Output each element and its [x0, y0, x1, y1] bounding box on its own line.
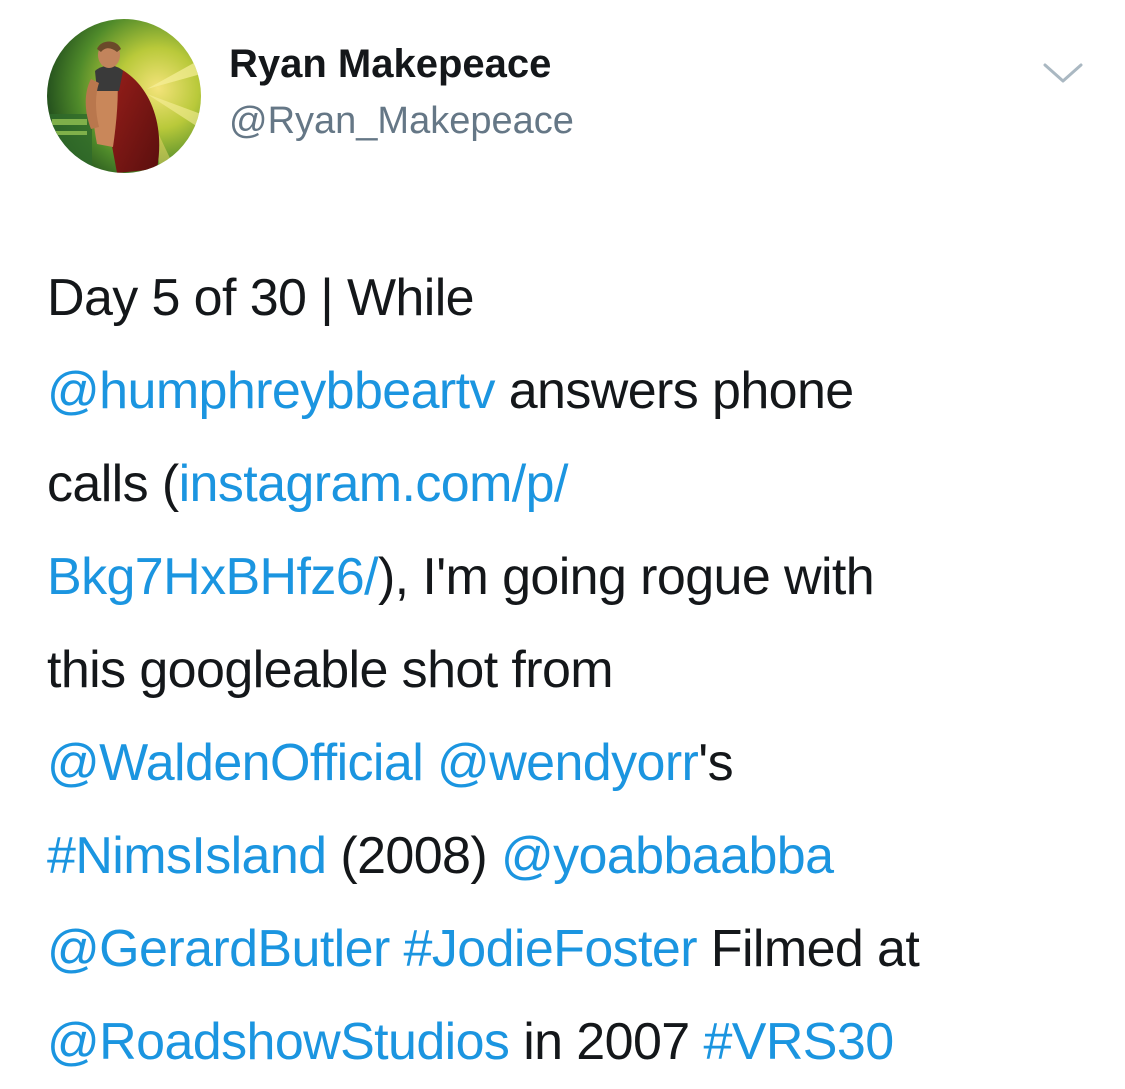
- tweet-text-segment: answers phone: [494, 362, 854, 420]
- tweet-text-segment: this googleable shot from: [47, 641, 614, 699]
- tweet-text-segment: in 2007: [509, 1013, 704, 1071]
- url-link[interactable]: instagram.com/p/: [179, 455, 569, 513]
- tweet-text-segment: Day 5 of 30 | While: [47, 269, 475, 327]
- hashtag-link[interactable]: #JodieFoster: [404, 920, 698, 978]
- chevron-down-icon[interactable]: [1042, 58, 1084, 88]
- tweet-line: calls (instagram.com/p/: [47, 438, 1107, 531]
- url-link[interactable]: Bkg7HxBHfz6/: [47, 548, 379, 606]
- tweet-header: Ryan Makepeace @Ryan_Makepeace: [0, 0, 1125, 200]
- author-name[interactable]: Ryan Makepeace: [229, 42, 551, 87]
- tweet-line: @WaldenOfficial @wendyorr's: [47, 717, 1107, 810]
- tweet-text-segment: (2008): [326, 827, 501, 885]
- avatar-image: [47, 19, 201, 173]
- hashtag-link[interactable]: #VRS30: [703, 1013, 894, 1071]
- author-handle[interactable]: @Ryan_Makepeace: [229, 100, 574, 143]
- tweet-text: Day 5 of 30 | While @humphreybbeartv answ…: [47, 252, 1107, 1089]
- tweet-line: @humphreybbeartv answers phone: [47, 345, 1107, 438]
- tweet-line: this googleable shot from: [47, 624, 1107, 717]
- tweet-text-segment: calls (: [47, 455, 179, 513]
- tweet-text-segment: 's: [698, 734, 734, 792]
- hashtag-link[interactable]: #NimsIsland: [47, 827, 327, 885]
- mention-link[interactable]: @GerardButler: [47, 920, 390, 978]
- tweet-text-segment: [390, 920, 404, 978]
- mention-link[interactable]: @yoabbaabba: [501, 827, 834, 885]
- mention-link[interactable]: @wendyorr: [437, 734, 699, 792]
- tweet-line: #NimsIsland (2008) @yoabbaabba: [47, 810, 1107, 903]
- mention-link[interactable]: @humphreybbeartv: [47, 362, 495, 420]
- tweet-line: Day 5 of 30 | While: [47, 252, 1107, 345]
- avatar[interactable]: [47, 19, 201, 173]
- tweet-line: @RoadshowStudios in 2007 #VRS30: [47, 996, 1107, 1089]
- mention-link[interactable]: @RoadshowStudios: [47, 1013, 510, 1071]
- tweet-text-segment: ), I'm going rogue with: [377, 548, 875, 606]
- tweet-line: Bkg7HxBHfz6/), I'm going rogue with: [47, 531, 1107, 624]
- mention-link[interactable]: @WaldenOfficial: [47, 734, 424, 792]
- tweet-text-segment: Filmed at: [696, 920, 920, 978]
- tweet-text-segment: [423, 734, 437, 792]
- tweet-line: @GerardButler #JodieFoster Filmed at: [47, 903, 1107, 996]
